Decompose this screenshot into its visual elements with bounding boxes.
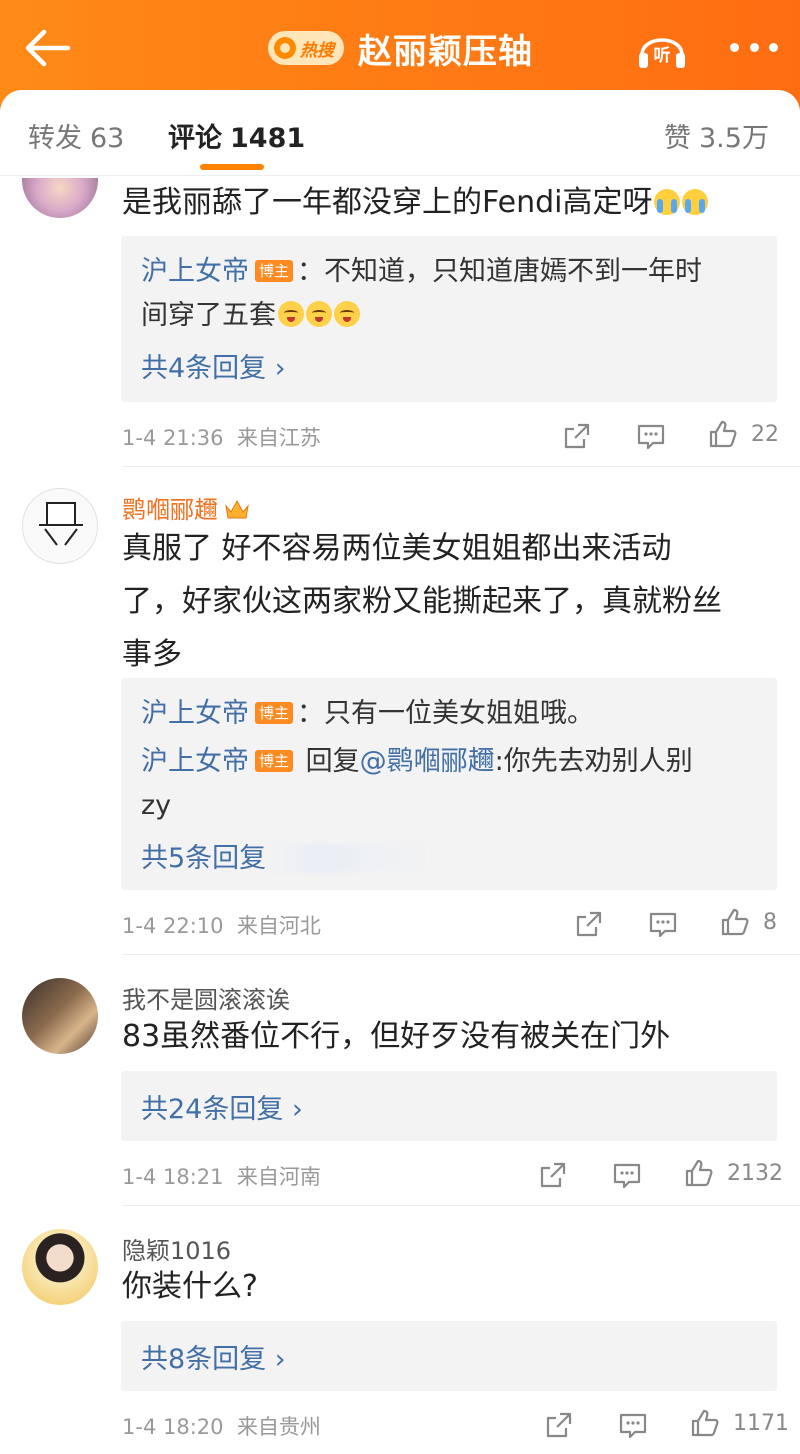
like-icon[interactable] [720, 907, 750, 937]
more-replies-link[interactable]: 共8条回复 › [141, 1337, 286, 1376]
comment-icon[interactable] [612, 1160, 642, 1190]
smug-emoji-icon [334, 301, 360, 327]
divider [122, 954, 800, 955]
reply-line: 间穿了五套 [141, 294, 761, 338]
reply-line: zy [141, 790, 172, 821]
reply-line: 沪上女帝 博主 回复@鹮嗰郦趰:你先去劝别人别 [141, 746, 693, 777]
avatar[interactable] [22, 488, 98, 564]
divider [122, 466, 800, 467]
reply-preview-box[interactable]: 沪上女帝 博主 ：不知道，只知道唐嫣不到一年时 间穿了五套 共4条回复 › [121, 236, 777, 402]
active-tab-indicator [200, 164, 264, 170]
comment-icon[interactable] [648, 909, 678, 939]
share-icon[interactable] [538, 1160, 568, 1190]
comment-meta: 1-4 22:10 来自河北 [122, 914, 321, 938]
blogger-badge: 博主 [255, 260, 294, 282]
share-icon[interactable] [544, 1410, 574, 1440]
comment-icon[interactable] [618, 1410, 648, 1440]
comment-text: 真服了 好不容易两位美女姐姐都出来活动 了，好家伙这两家粉又能撕起来了，真就粉丝… [122, 531, 722, 672]
smug-emoji-icon [306, 301, 332, 327]
like-icon[interactable] [684, 1158, 714, 1188]
share-icon[interactable] [562, 421, 592, 451]
like-icon[interactable] [708, 419, 738, 449]
comment-text: 你装什么? [122, 1269, 258, 1304]
tab-bar: 转发 63 评论 1481 赞 3.5万 [0, 90, 800, 176]
like-count: 8 [763, 910, 777, 935]
mention-link[interactable]: @鹮嗰郦趰 [360, 746, 495, 777]
blogger-badge: 博主 [255, 750, 294, 772]
tab-comments[interactable]: 评论 1481 [168, 116, 305, 155]
reply-line: 沪上女帝 博主 ：不知道，只知道唐嫣不到一年时 [141, 256, 703, 287]
hot-search-icon [274, 37, 296, 59]
tab-likes[interactable]: 赞 3.5万 [664, 116, 769, 155]
hot-search-badge: 热搜 [268, 31, 344, 65]
avatar[interactable] [22, 1229, 98, 1305]
back-arrow-icon[interactable] [22, 26, 72, 70]
hot-topic-title[interactable]: 热搜 赵丽颖压轴 [268, 22, 533, 74]
page-title: 赵丽颖压轴 [358, 31, 533, 72]
svg-text:听: 听 [654, 45, 671, 66]
more-icon[interactable] [730, 43, 778, 53]
more-replies-link[interactable]: 共4条回复 › [141, 346, 286, 385]
comment-text: 83虽然番位不行，但好歹没有被关在门外 [122, 1019, 671, 1054]
blogger-badge: 博主 [255, 702, 294, 724]
crown-icon [225, 499, 249, 519]
comment-text: 是我丽舔了一年都没穿上的Fendi高定呀 [122, 176, 772, 229]
like-count: 1171 [733, 1411, 789, 1436]
cry-emoji-icon [654, 189, 681, 215]
cry-emoji-icon [682, 189, 709, 215]
reply-line: 沪上女帝 博主 ：只有一位美女姐姐哦。 [141, 698, 595, 729]
comment-icon[interactable] [636, 421, 666, 451]
blur-overlay [266, 843, 437, 873]
reply-username[interactable]: 沪上女帝 [141, 746, 249, 777]
reply-preview-box[interactable]: 共24条回复 › [121, 1071, 777, 1141]
divider [122, 1205, 800, 1206]
comment-meta: 1-4 21:36 来自江苏 [122, 426, 321, 450]
listen-icon[interactable]: 听 [636, 25, 688, 71]
reply-username[interactable]: 沪上女帝 [141, 698, 249, 729]
like-icon[interactable] [690, 1408, 720, 1438]
username[interactable]: 鹮嗰郦趰 [122, 490, 250, 525]
comment-meta: 1-4 18:20 来自贵州 [122, 1415, 321, 1439]
reply-username[interactable]: 沪上女帝 [141, 256, 249, 287]
smug-emoji-icon [278, 301, 304, 327]
comment-meta: 1-4 18:21 来自河南 [122, 1165, 321, 1189]
tab-repost[interactable]: 转发 63 [28, 116, 124, 155]
more-replies-link[interactable]: 共24条回复 › [141, 1087, 303, 1126]
like-count: 2132 [727, 1161, 783, 1186]
avatar[interactable] [22, 978, 98, 1054]
share-icon[interactable] [574, 909, 604, 939]
reply-preview-box[interactable]: 沪上女帝 博主 ：只有一位美女姐姐哦。 沪上女帝 博主 回复@鹮嗰郦趰:你先去劝别人别… [121, 678, 777, 890]
reply-preview-box[interactable]: 共8条回复 › [121, 1321, 777, 1391]
more-replies-link[interactable]: 共5条回复 [141, 836, 437, 875]
like-count: 22 [751, 422, 779, 447]
